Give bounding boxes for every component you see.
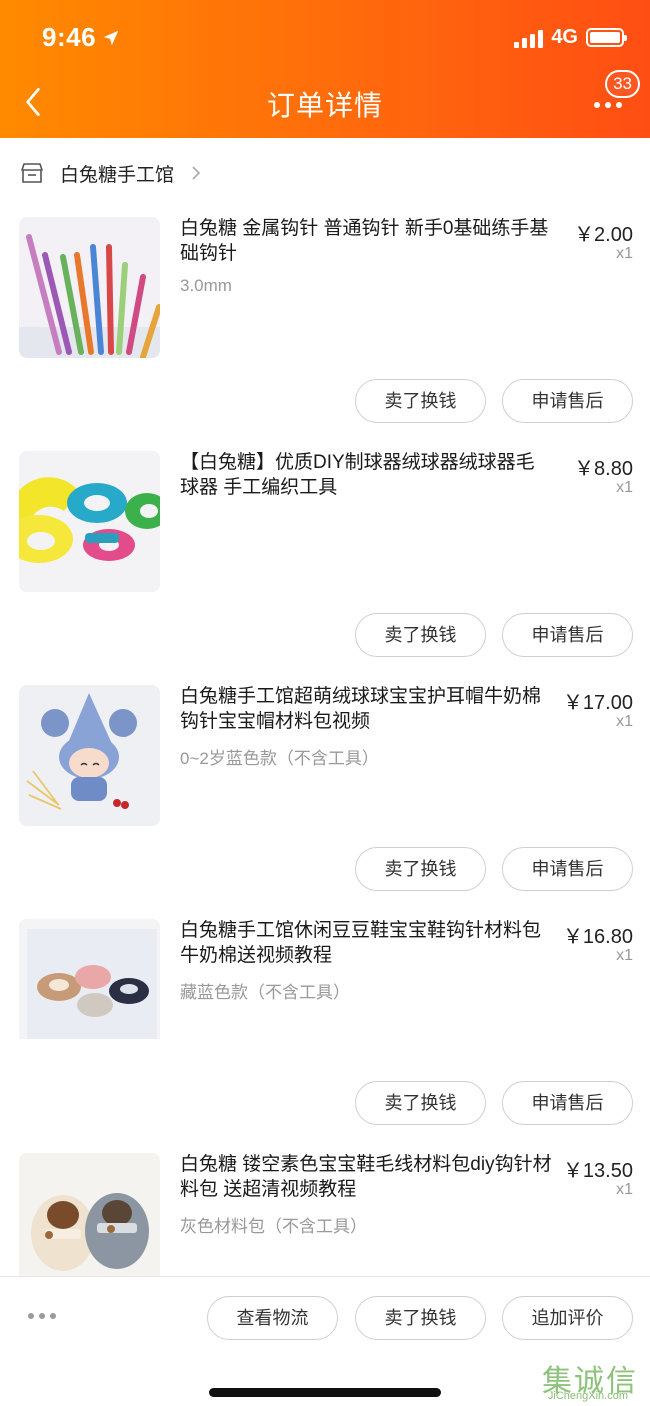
product-name: 白兔糖 镂空素色宝宝鞋毛线材料包diy钩针材料包 送超清视频教程 (180, 1154, 552, 1200)
product-quantity: x1 (616, 713, 633, 730)
after-sale-button[interactable]: 申请售后 (502, 379, 633, 423)
product-quantity: x1 (616, 1181, 633, 1198)
watermark-logo: 集诚信 JiChengXin.com (524, 1356, 644, 1402)
product-price: ￥16.80 (562, 926, 633, 948)
signal-icon (514, 28, 544, 48)
product-spec: 灰色材料包（不含工具） (180, 1217, 367, 1236)
product-image-baby-hat-doll[interactable] (19, 685, 160, 826)
clock-text: 9:46 (42, 22, 97, 52)
home-indicator[interactable] (209, 1388, 441, 1397)
shop-row[interactable]: 白兔糖手工馆 (0, 150, 650, 196)
product-image-baby-loafers[interactable] (19, 919, 160, 1060)
product-image-pompom-makers[interactable] (19, 451, 160, 592)
product-quantity: x1 (616, 479, 633, 496)
product-quantity: x1 (616, 245, 633, 262)
shop-name: 白兔糖手工馆 (60, 164, 175, 186)
battery-icon (586, 28, 627, 47)
message-count-badge: 33 (605, 70, 640, 98)
order-item[interactable]: 白兔糖手工馆超萌绒球球宝宝护耳帽牛奶棉钩针宝宝帽材料包视频 0~2岁蓝色款（不含… (0, 668, 650, 902)
network-type: 4G (551, 26, 578, 48)
product-name: 白兔糖手工馆超萌绒球球宝宝护耳帽牛奶棉钩针宝宝帽材料包视频 (180, 686, 542, 732)
product-image-crochet-hooks[interactable] (19, 217, 160, 358)
sell-for-cash-button[interactable]: 卖了换钱 (355, 379, 486, 423)
page-title: 订单详情 (266, 90, 383, 121)
product-name: 【白兔糖】优质DIY制球器绒球器绒球器毛球器 手工编织工具 (180, 452, 535, 498)
after-sale-button[interactable]: 申请售后 (502, 1081, 633, 1125)
status-indicators: 4G (514, 26, 627, 49)
order-item[interactable]: 白兔糖手工馆休闲豆豆鞋宝宝鞋钩针材料包牛奶棉送视频教程 藏蓝色款（不含工具） ￥… (0, 902, 650, 1136)
product-price: ￥17.00 (562, 692, 633, 714)
order-item[interactable]: 【白兔糖】优质DIY制球器绒球器绒球器毛球器 手工编织工具 ￥8.80 x1 卖… (0, 434, 650, 668)
chevron-right-icon (192, 166, 201, 180)
header-bar: 9:46 4G 订单详情 33 (0, 0, 650, 138)
sell-for-cash-button[interactable]: 卖了换钱 (355, 847, 486, 891)
product-info: 【白兔糖】优质DIY制球器绒球器绒球器毛球器 手工编织工具 (180, 450, 552, 500)
sell-for-cash-button[interactable]: 卖了换钱 (355, 613, 486, 657)
watermark-url: JiChengXin.com (547, 1390, 628, 1402)
product-price: ￥13.50 (562, 1160, 633, 1182)
product-name: 白兔糖 金属钩针 普通钩针 新手0基础练手基础钩针 (180, 218, 549, 264)
after-sale-button[interactable]: 申请售后 (502, 613, 633, 657)
product-image-baby-shoes-grey[interactable] (19, 1153, 160, 1294)
sell-for-cash-button[interactable]: 卖了换钱 (355, 1296, 486, 1340)
store-icon (21, 163, 43, 183)
product-spec: 3.0mm (180, 276, 232, 295)
product-info: 白兔糖 镂空素色宝宝鞋毛线材料包diy钩针材料包 送超清视频教程 灰色材料包（不… (180, 1152, 552, 1237)
product-info: 白兔糖手工馆超萌绒球球宝宝护耳帽牛奶棉钩针宝宝帽材料包视频 0~2岁蓝色款（不含… (180, 684, 552, 769)
sell-for-cash-button[interactable]: 卖了换钱 (355, 1081, 486, 1125)
location-arrow-icon (103, 30, 119, 45)
product-quantity: x1 (616, 947, 633, 964)
product-info: 白兔糖 金属钩针 普通钩针 新手0基础练手基础钩针 3.0mm (180, 216, 552, 296)
after-sale-button[interactable]: 申请售后 (502, 847, 633, 891)
product-price: ￥8.80 (574, 458, 633, 480)
more-actions-button[interactable] (28, 1313, 56, 1319)
add-review-button[interactable]: 追加评价 (502, 1296, 633, 1340)
status-time: 9:46 (42, 22, 120, 53)
product-spec: 0~2岁蓝色款（不含工具） (180, 749, 379, 768)
product-info: 白兔糖手工馆休闲豆豆鞋宝宝鞋钩针材料包牛奶棉送视频教程 藏蓝色款（不含工具） (180, 918, 552, 1003)
product-price: ￥2.00 (574, 224, 633, 246)
order-item-list: 白兔糖 金属钩针 普通钩针 新手0基础练手基础钩针 3.0mm ￥2.00 x1… (0, 200, 650, 1370)
more-dots-icon (594, 102, 622, 108)
order-item[interactable]: 白兔糖 金属钩针 普通钩针 新手0基础练手基础钩针 3.0mm ￥2.00 x1… (0, 200, 650, 434)
view-logistics-button[interactable]: 查看物流 (207, 1296, 338, 1340)
product-spec: 藏蓝色款（不含工具） (180, 983, 350, 1002)
product-name: 白兔糖手工馆休闲豆豆鞋宝宝鞋钩针材料包牛奶棉送视频教程 (180, 920, 542, 966)
